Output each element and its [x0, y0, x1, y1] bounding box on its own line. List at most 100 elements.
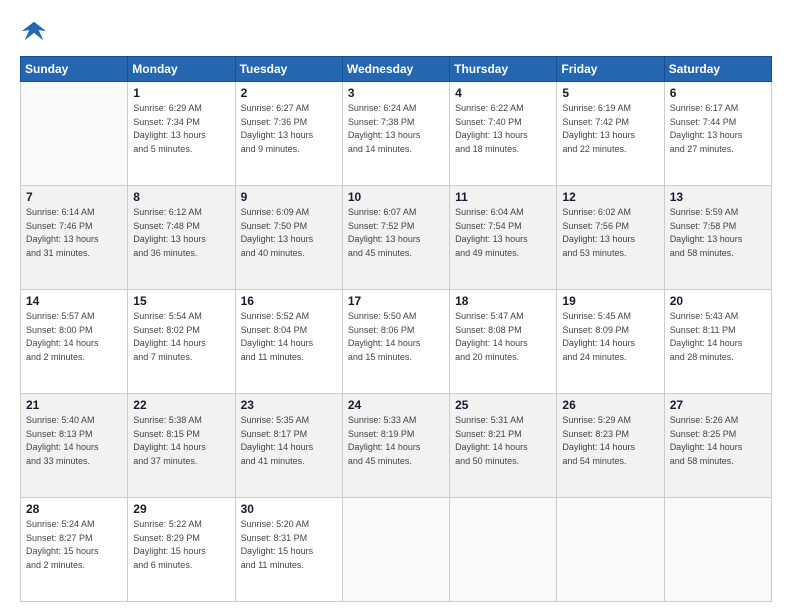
calendar-cell: 14 Sunrise: 5:57 AM Sunset: 8:00 PM Dayli…: [21, 290, 128, 394]
day-info: Sunrise: 5:59 AM Sunset: 7:58 PM Dayligh…: [670, 206, 766, 260]
calendar-cell: 23 Sunrise: 5:35 AM Sunset: 8:17 PM Dayli…: [235, 394, 342, 498]
calendar-cell: 21 Sunrise: 5:40 AM Sunset: 8:13 PM Dayli…: [21, 394, 128, 498]
calendar-table: SundayMondayTuesdayWednesdayThursdayFrid…: [20, 56, 772, 602]
calendar-cell: 28Sunrise: 5:24 AM Sunset: 8:27 PM Dayli…: [21, 498, 128, 602]
calendar-cell: 5 Sunrise: 6:19 AM Sunset: 7:42 PM Daylig…: [557, 82, 664, 186]
day-info: Sunrise: 6:02 AM Sunset: 7:56 PM Dayligh…: [562, 206, 658, 260]
day-info: Sunrise: 6:24 AM Sunset: 7:38 PM Dayligh…: [348, 102, 444, 156]
day-number: 22: [133, 398, 229, 412]
calendar-cell: 18 Sunrise: 5:47 AM Sunset: 8:08 PM Dayli…: [450, 290, 557, 394]
day-info: Sunrise: 6:07 AM Sunset: 7:52 PM Dayligh…: [348, 206, 444, 260]
day-info: Sunrise: 6:29 AM Sunset: 7:34 PM Dayligh…: [133, 102, 229, 156]
calendar-cell: 20Sunrise: 5:43 AM Sunset: 8:11 PM Dayli…: [664, 290, 771, 394]
day-info: Sunrise: 5:29 AM Sunset: 8:23 PM Dayligh…: [562, 414, 658, 468]
logo: [20, 18, 52, 46]
day-info: Sunrise: 6:19 AM Sunset: 7:42 PM Dayligh…: [562, 102, 658, 156]
day-info: Sunrise: 6:04 AM Sunset: 7:54 PM Dayligh…: [455, 206, 551, 260]
day-info: Sunrise: 5:45 AM Sunset: 8:09 PM Dayligh…: [562, 310, 658, 364]
day-info: Sunrise: 5:43 AM Sunset: 8:11 PM Dayligh…: [670, 310, 766, 364]
calendar-week-row: 21 Sunrise: 5:40 AM Sunset: 8:13 PM Dayli…: [21, 394, 772, 498]
day-number: 19: [562, 294, 658, 308]
calendar-cell: [342, 498, 449, 602]
day-number: 4: [455, 86, 551, 100]
day-info: Sunrise: 5:31 AM Sunset: 8:21 PM Dayligh…: [455, 414, 551, 468]
calendar-cell: 17 Sunrise: 5:50 AM Sunset: 8:06 PM Dayli…: [342, 290, 449, 394]
calendar-cell: 7 Sunrise: 6:14 AM Sunset: 7:46 PM Daylig…: [21, 186, 128, 290]
day-number: 17: [348, 294, 444, 308]
calendar-cell: [450, 498, 557, 602]
calendar-week-row: 7 Sunrise: 6:14 AM Sunset: 7:46 PM Daylig…: [21, 186, 772, 290]
calendar-cell: 25 Sunrise: 5:31 AM Sunset: 8:21 PM Dayli…: [450, 394, 557, 498]
day-info: Sunrise: 5:20 AM Sunset: 8:31 PM Dayligh…: [241, 518, 337, 572]
day-info: Sunrise: 5:22 AM Sunset: 8:29 PM Dayligh…: [133, 518, 229, 572]
calendar-week-row: 14 Sunrise: 5:57 AM Sunset: 8:00 PM Dayli…: [21, 290, 772, 394]
day-number: 10: [348, 190, 444, 204]
calendar-cell: 29 Sunrise: 5:22 AM Sunset: 8:29 PM Dayli…: [128, 498, 235, 602]
day-number: 29: [133, 502, 229, 516]
calendar-cell: 19 Sunrise: 5:45 AM Sunset: 8:09 PM Dayli…: [557, 290, 664, 394]
calendar-cell: 12 Sunrise: 6:02 AM Sunset: 7:56 PM Dayli…: [557, 186, 664, 290]
day-number: 30: [241, 502, 337, 516]
day-info: Sunrise: 6:14 AM Sunset: 7:46 PM Dayligh…: [26, 206, 122, 260]
day-info: Sunrise: 5:35 AM Sunset: 8:17 PM Dayligh…: [241, 414, 337, 468]
day-number: 24: [348, 398, 444, 412]
day-number: 8: [133, 190, 229, 204]
day-info: Sunrise: 5:26 AM Sunset: 8:25 PM Dayligh…: [670, 414, 766, 468]
day-number: 2: [241, 86, 337, 100]
logo-icon: [20, 18, 48, 46]
day-info: Sunrise: 5:57 AM Sunset: 8:00 PM Dayligh…: [26, 310, 122, 364]
day-number: 1: [133, 86, 229, 100]
weekday-header: Tuesday: [235, 57, 342, 82]
calendar-cell: 3 Sunrise: 6:24 AM Sunset: 7:38 PM Daylig…: [342, 82, 449, 186]
calendar-week-row: 28Sunrise: 5:24 AM Sunset: 8:27 PM Dayli…: [21, 498, 772, 602]
calendar-cell: 13Sunrise: 5:59 AM Sunset: 7:58 PM Dayli…: [664, 186, 771, 290]
calendar-cell: 10 Sunrise: 6:07 AM Sunset: 7:52 PM Dayli…: [342, 186, 449, 290]
day-info: Sunrise: 5:54 AM Sunset: 8:02 PM Dayligh…: [133, 310, 229, 364]
day-info: Sunrise: 6:27 AM Sunset: 7:36 PM Dayligh…: [241, 102, 337, 156]
calendar-cell: 30 Sunrise: 5:20 AM Sunset: 8:31 PM Dayli…: [235, 498, 342, 602]
page: SundayMondayTuesdayWednesdayThursdayFrid…: [0, 0, 792, 612]
day-number: 5: [562, 86, 658, 100]
day-info: Sunrise: 5:40 AM Sunset: 8:13 PM Dayligh…: [26, 414, 122, 468]
calendar-cell: 22 Sunrise: 5:38 AM Sunset: 8:15 PM Dayli…: [128, 394, 235, 498]
calendar-cell: 27 Sunrise: 5:26 AM Sunset: 8:25 PM Dayli…: [664, 394, 771, 498]
day-number: 27: [670, 398, 766, 412]
day-info: Sunrise: 6:09 AM Sunset: 7:50 PM Dayligh…: [241, 206, 337, 260]
calendar-cell: [664, 498, 771, 602]
calendar-header-row: SundayMondayTuesdayWednesdayThursdayFrid…: [21, 57, 772, 82]
calendar-cell: [557, 498, 664, 602]
day-info: Sunrise: 5:50 AM Sunset: 8:06 PM Dayligh…: [348, 310, 444, 364]
day-number: 25: [455, 398, 551, 412]
calendar-cell: 11 Sunrise: 6:04 AM Sunset: 7:54 PM Dayli…: [450, 186, 557, 290]
weekday-header: Wednesday: [342, 57, 449, 82]
day-number: 6: [670, 86, 766, 100]
day-info: Sunrise: 5:33 AM Sunset: 8:19 PM Dayligh…: [348, 414, 444, 468]
day-number: 26: [562, 398, 658, 412]
weekday-header: Monday: [128, 57, 235, 82]
weekday-header: Friday: [557, 57, 664, 82]
calendar-cell: 1 Sunrise: 6:29 AM Sunset: 7:34 PM Daylig…: [128, 82, 235, 186]
day-info: Sunrise: 6:17 AM Sunset: 7:44 PM Dayligh…: [670, 102, 766, 156]
day-number: 23: [241, 398, 337, 412]
day-number: 18: [455, 294, 551, 308]
weekday-header: Sunday: [21, 57, 128, 82]
day-number: 3: [348, 86, 444, 100]
day-info: Sunrise: 5:47 AM Sunset: 8:08 PM Dayligh…: [455, 310, 551, 364]
day-info: Sunrise: 5:38 AM Sunset: 8:15 PM Dayligh…: [133, 414, 229, 468]
day-number: 7: [26, 190, 122, 204]
day-number: 11: [455, 190, 551, 204]
day-number: 12: [562, 190, 658, 204]
calendar-cell: 9Sunrise: 6:09 AM Sunset: 7:50 PM Daylig…: [235, 186, 342, 290]
calendar-cell: 16Sunrise: 5:52 AM Sunset: 8:04 PM Dayli…: [235, 290, 342, 394]
calendar-cell: 8Sunrise: 6:12 AM Sunset: 7:48 PM Daylig…: [128, 186, 235, 290]
day-number: 14: [26, 294, 122, 308]
calendar-cell: 15Sunrise: 5:54 AM Sunset: 8:02 PM Dayli…: [128, 290, 235, 394]
header: [20, 18, 772, 46]
calendar-body: 1 Sunrise: 6:29 AM Sunset: 7:34 PM Daylig…: [21, 82, 772, 602]
weekday-header: Thursday: [450, 57, 557, 82]
calendar-cell: 24 Sunrise: 5:33 AM Sunset: 8:19 PM Dayli…: [342, 394, 449, 498]
day-number: 21: [26, 398, 122, 412]
calendar-cell: [21, 82, 128, 186]
day-info: Sunrise: 5:52 AM Sunset: 8:04 PM Dayligh…: [241, 310, 337, 364]
weekday-header: Saturday: [664, 57, 771, 82]
